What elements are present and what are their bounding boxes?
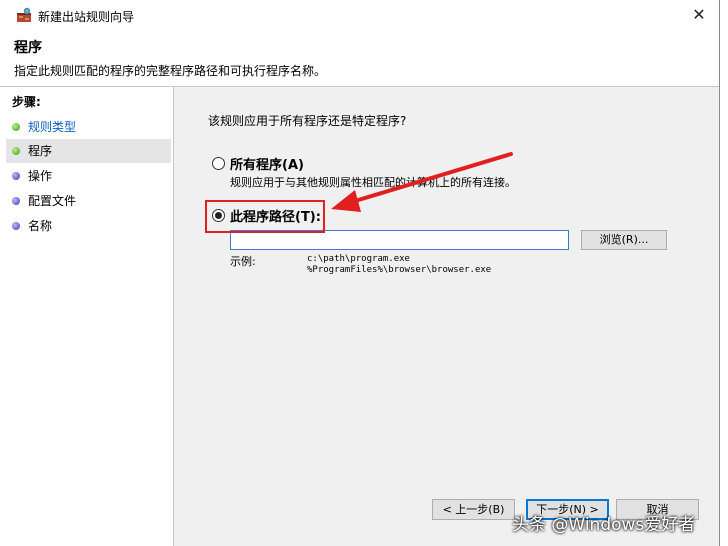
title-bar: 新建出站规则向导 ✕ [0,0,719,30]
example-label: 示例: [230,255,256,268]
close-button[interactable]: ✕ [687,4,711,26]
example-path-2: %ProgramFiles%\browser\browser.exe [307,265,492,275]
window-title: 新建出站规则向导 [38,10,135,24]
annotation-highlight-box [205,200,325,233]
browse-button[interactable]: 浏览(R)... [581,230,667,250]
background-window-edge [720,0,728,546]
firewall-app-icon [17,7,31,22]
annotation-arrow-icon [331,152,513,212]
question-text: 该规则应用于所有程序还是特定程序? [208,114,407,128]
step-pending-icon [12,172,20,180]
wizard-window: 新建出站规则向导 ✕ 程序 指定此规则匹配的程序的完整程序路径和可执行程序名称。… [0,0,720,546]
back-button[interactable]: < 上一步(B) [432,499,515,520]
step-action: 操作 [6,164,171,188]
step-label[interactable]: 规则类型 [28,115,76,139]
all-programs-label[interactable]: 所有程序(A) [230,154,304,173]
step-current-icon [12,147,20,155]
step-program: 程序 [6,139,171,163]
step-profile: 配置文件 [6,189,171,213]
page-description: 指定此规则匹配的程序的完整程序路径和可执行程序名称。 [14,64,327,78]
wizard-header: 程序 指定此规则匹配的程序的完整程序路径和可执行程序名称。 [0,30,719,87]
step-complete-icon [12,123,20,131]
steps-heading: 步骤: [12,95,41,109]
step-label: 程序 [28,144,53,158]
step-rule-type[interactable]: 规则类型 [6,115,171,139]
example-path-1: c:\path\program.exe [307,254,410,264]
step-label: 操作 [28,169,53,183]
all-programs-radio[interactable] [212,157,225,170]
program-path-input[interactable] [230,230,569,250]
steps-sidebar: 步骤: 规则类型 程序 操作 配置文件 名称 [0,87,174,546]
watermark-text: 头条 @Windows爱好者 [512,515,696,535]
step-pending-icon [12,197,20,205]
page-title: 程序 [14,40,42,56]
step-label: 配置文件 [28,194,77,208]
step-pending-icon [12,222,20,230]
step-name: 名称 [6,214,171,238]
step-label: 名称 [28,219,53,233]
